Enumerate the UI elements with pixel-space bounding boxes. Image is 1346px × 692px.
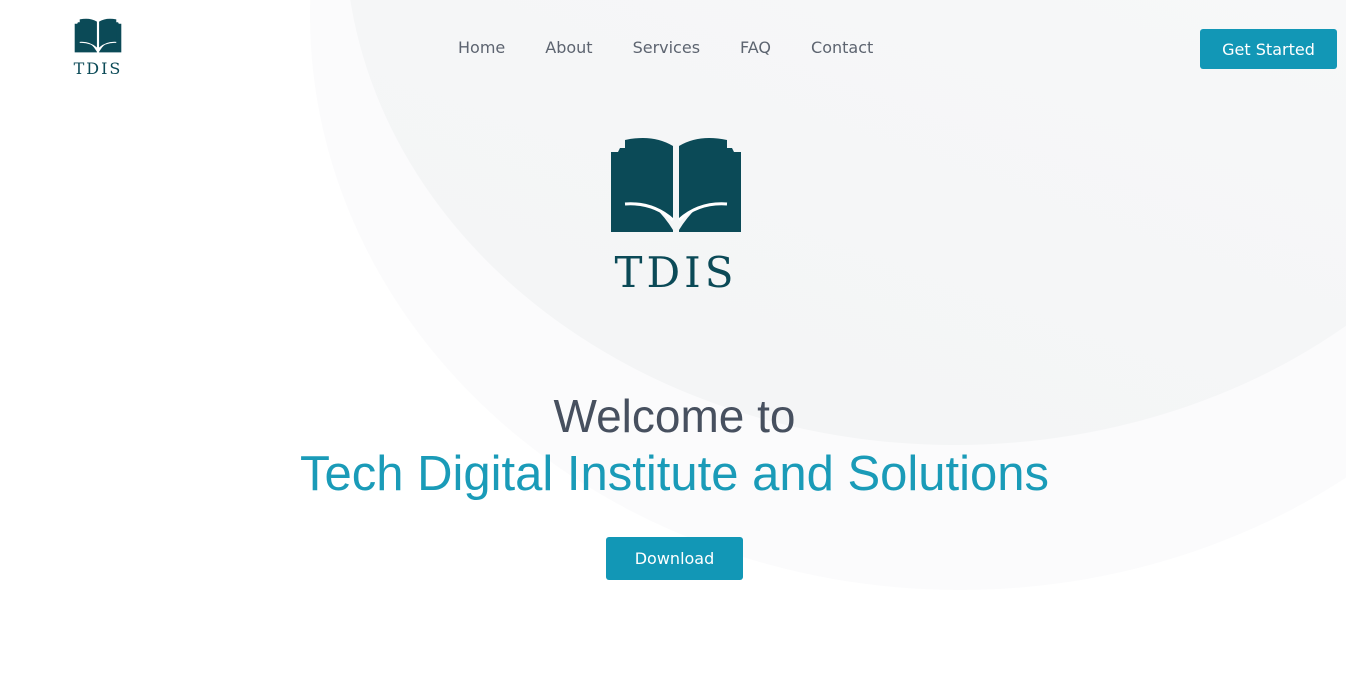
main-nav: Home About Services FAQ Contact (458, 38, 873, 58)
nav-item-faq[interactable]: FAQ (740, 38, 771, 58)
landing-page: TDIS Home About Services FAQ Contact Get… (0, 0, 1346, 692)
open-book-icon (74, 18, 122, 53)
nav-item-contact[interactable]: Contact (811, 38, 873, 58)
open-book-icon (611, 138, 741, 232)
get-started-button[interactable]: Get Started (1200, 29, 1337, 69)
header-logo-text: TDIS (73, 59, 123, 78)
download-button[interactable]: Download (606, 537, 743, 580)
header-logo[interactable]: TDIS (68, 18, 128, 78)
hero-logo: TDIS (596, 136, 756, 296)
nav-item-home[interactable]: Home (458, 38, 505, 58)
hero-subtitle: Tech Digital Institute and Solutions (299, 447, 1050, 501)
nav-item-services[interactable]: Services (633, 38, 700, 58)
hero-title: Welcome to (553, 390, 796, 442)
nav-item-about[interactable]: About (545, 38, 592, 58)
hero-logo-text: TDIS (614, 248, 738, 297)
